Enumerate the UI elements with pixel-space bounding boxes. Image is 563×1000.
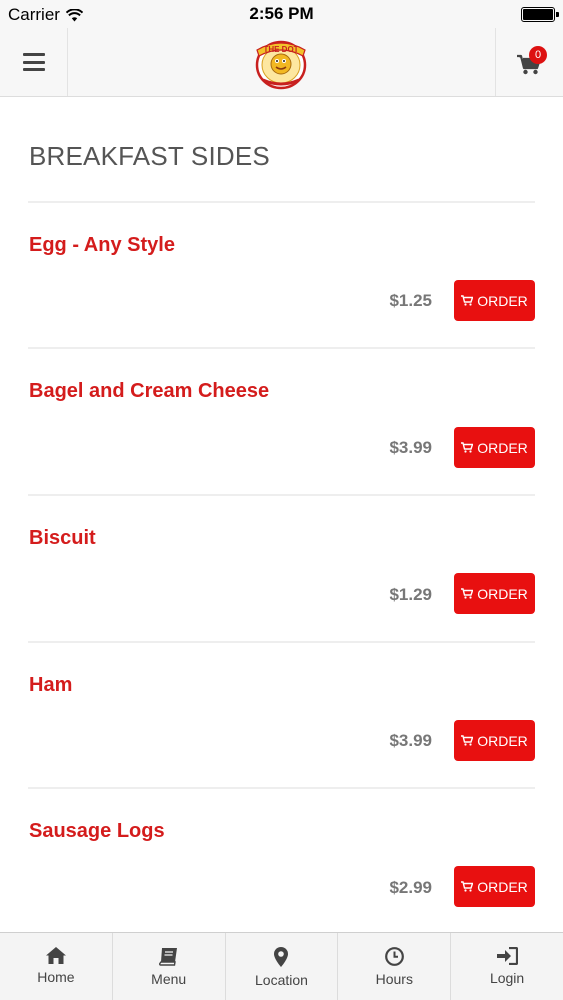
tab-menu-label: Menu bbox=[151, 971, 187, 987]
cart-icon bbox=[461, 442, 474, 453]
divider bbox=[28, 641, 535, 643]
menu-toggle-button[interactable] bbox=[0, 28, 68, 96]
tab-login[interactable]: Login bbox=[451, 933, 563, 1000]
order-button-ham[interactable]: ORDER bbox=[454, 720, 535, 761]
order-button-bagel[interactable]: ORDER bbox=[454, 427, 535, 468]
cart-icon bbox=[461, 588, 474, 599]
status-bar: Carrier 2:56 PM bbox=[0, 0, 563, 28]
cart-icon bbox=[461, 881, 474, 892]
logo-text: THE DOT bbox=[263, 45, 298, 54]
tab-home[interactable]: Home bbox=[0, 933, 113, 1000]
order-button-biscuit[interactable]: ORDER bbox=[454, 573, 535, 614]
item-name-egg: Egg - Any Style bbox=[29, 234, 175, 256]
tab-login-label: Login bbox=[489, 970, 525, 986]
map-pin-icon bbox=[274, 947, 289, 967]
order-button-label: ORDER bbox=[477, 439, 528, 456]
battery-icon bbox=[521, 7, 559, 22]
item-price-egg: $1.25 bbox=[389, 291, 432, 310]
clock-time: 2:56 PM bbox=[249, 4, 314, 23]
tab-home-label: Home bbox=[37, 969, 75, 985]
section-title: BREAKFAST SIDES bbox=[29, 141, 270, 171]
item-name-sausage-logs: Sausage Logs bbox=[29, 820, 165, 842]
order-button-label: ORDER bbox=[477, 732, 528, 749]
cart-icon bbox=[461, 295, 474, 306]
order-button-sausage-logs[interactable]: ORDER bbox=[454, 866, 535, 907]
order-button-egg[interactable]: ORDER bbox=[454, 280, 535, 321]
order-button-label: ORDER bbox=[477, 292, 528, 309]
divider bbox=[28, 347, 535, 349]
divider bbox=[28, 201, 535, 203]
menu-content[interactable]: BREAKFAST SIDES Egg - Any Style $1.25 OR… bbox=[0, 97, 563, 932]
order-button-label: ORDER bbox=[477, 585, 528, 602]
item-name-biscuit: Biscuit bbox=[29, 527, 96, 549]
clock-icon bbox=[384, 947, 404, 966]
item-name-bagel: Bagel and Cream Cheese bbox=[29, 380, 270, 402]
hamburger-icon bbox=[22, 53, 45, 71]
tab-location[interactable]: Location bbox=[226, 933, 339, 1000]
divider bbox=[28, 787, 535, 789]
home-icon bbox=[45, 947, 66, 964]
tab-menu[interactable]: Menu bbox=[113, 933, 226, 1000]
cart-icon bbox=[461, 735, 474, 746]
login-icon bbox=[496, 947, 518, 965]
book-icon bbox=[159, 948, 178, 966]
bottom-tab-bar: Home Menu Location Hours Login bbox=[0, 932, 563, 1000]
item-price-ham: $3.99 bbox=[389, 731, 432, 750]
item-price-biscuit: $1.29 bbox=[389, 585, 432, 604]
item-price-bagel: $3.99 bbox=[389, 438, 432, 457]
item-name-ham: Ham bbox=[29, 674, 73, 696]
cart-count-badge: 0 bbox=[529, 46, 547, 64]
cart-button[interactable]: 0 bbox=[495, 28, 563, 96]
app-header: THE DOT 0 bbox=[0, 28, 563, 97]
tab-hours[interactable]: Hours bbox=[338, 933, 452, 1000]
tab-location-label: Location bbox=[255, 972, 308, 988]
the-dot-logo[interactable]: THE DOT bbox=[251, 34, 311, 92]
order-button-label: ORDER bbox=[477, 878, 528, 895]
divider bbox=[28, 494, 535, 496]
item-price-sausage-logs: $2.99 bbox=[389, 878, 432, 897]
tab-hours-label: Hours bbox=[375, 971, 413, 987]
